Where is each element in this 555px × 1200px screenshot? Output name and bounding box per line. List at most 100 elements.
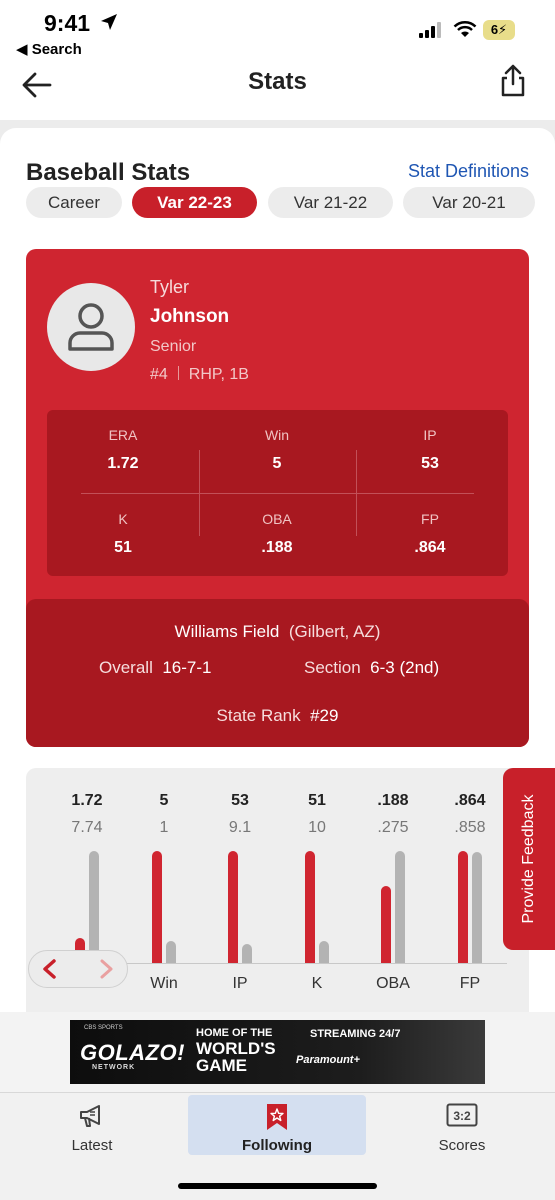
- comparison-value-label: .858: [454, 819, 486, 836]
- section-title: Baseball Stats: [26, 159, 191, 186]
- ad-network: NETWORK: [92, 1064, 136, 1071]
- player-value-label: .188: [377, 792, 409, 809]
- stat-value: 51: [114, 539, 132, 556]
- tab-label: Following: [242, 1137, 312, 1154]
- tab-label: Scores: [438, 1137, 486, 1154]
- player-bar: [381, 886, 391, 963]
- stat-value: 5: [272, 455, 282, 472]
- player-value-label: .864: [454, 792, 486, 809]
- ad-headline-2: WORLD'S: [196, 1038, 276, 1058]
- team-overall: Overall 16-7-1: [99, 658, 211, 678]
- comparison-bar: [242, 943, 252, 963]
- player-class-year: Senior: [150, 338, 197, 355]
- category-label: K: [311, 975, 323, 992]
- player-meta: #4 RHP, 1B: [150, 366, 249, 384]
- chevron-right-icon[interactable]: [95, 959, 117, 979]
- comparison-bar: [319, 941, 329, 963]
- category-label: FP: [459, 975, 481, 992]
- stat-label: IP: [423, 427, 437, 443]
- megaphone-icon: [80, 1105, 100, 1127]
- season-tab-var-22-23[interactable]: Var 22-23: [132, 187, 257, 218]
- star-bookmark-icon: [267, 1104, 287, 1130]
- share-icon[interactable]: [497, 62, 529, 98]
- team-section: Section 6-3 (2nd): [304, 658, 439, 678]
- back-to-search-link[interactable]: ◀ Search: [16, 40, 82, 58]
- player-last-name: Johnson: [150, 306, 230, 327]
- season-tab-career[interactable]: Career: [26, 187, 122, 218]
- field-location: (Gilbert, AZ): [288, 622, 381, 641]
- comparison-value-label: 1: [159, 819, 169, 836]
- grid-divider: [81, 493, 474, 494]
- battery-level: 6: [490, 22, 499, 37]
- section-record: 6-3 (2nd): [370, 658, 440, 677]
- chart-column-values: 51: [134, 792, 194, 837]
- stat-cell-oba: OBA .188: [217, 511, 337, 557]
- player-bar: [458, 851, 468, 963]
- chart-pager[interactable]: [28, 950, 128, 988]
- chart-column-values: 1.72 7.74: [57, 792, 117, 837]
- player-bar: [152, 851, 162, 963]
- comparison-bar: [89, 851, 99, 963]
- comparison-value-label: .275: [377, 819, 409, 836]
- stat-label: ERA: [108, 427, 138, 443]
- comparison-bar: [395, 851, 405, 963]
- category-label: OBA: [376, 975, 410, 992]
- cellular-signal-icon: [419, 22, 441, 38]
- provide-feedback-button[interactable]: Provide Feedback: [503, 768, 555, 950]
- chevron-left-icon[interactable]: [39, 959, 61, 979]
- tab-following[interactable]: Following: [188, 1095, 366, 1155]
- stat-cell-ip: IP 53: [370, 427, 490, 473]
- team-field: Williams Field (Gilbert, AZ): [26, 622, 529, 642]
- ad-banner[interactable]: CBS SPORTS GOLAZO! NETWORK HOME OF THE W…: [70, 1020, 485, 1084]
- stat-value: 1.72: [107, 455, 139, 472]
- rank-value: #29: [310, 706, 339, 725]
- season-tab-var-20-21[interactable]: Var 20-21: [403, 187, 535, 218]
- stat-label: Win: [264, 427, 290, 443]
- chart-column-values: .864 .858: [440, 792, 500, 837]
- tab-latest[interactable]: Latest: [3, 1095, 181, 1155]
- stat-cell-k: K 51: [63, 511, 183, 557]
- ad-headline: HOME OF THE WORLD'S GAME: [196, 1027, 296, 1076]
- stat-value: .188: [261, 539, 293, 556]
- stat-label: FP: [421, 511, 439, 527]
- overall-record: 16-7-1: [162, 658, 212, 677]
- category-label: Win: [150, 975, 178, 992]
- meta-divider: [177, 366, 179, 380]
- player-first-name: Tyler: [150, 277, 190, 297]
- player-number: #4: [150, 366, 168, 383]
- feedback-label: Provide Feedback: [520, 794, 537, 924]
- scoreboard-icon: 3:2: [446, 1103, 478, 1127]
- player-bar: [228, 851, 238, 963]
- tab-label: Latest: [71, 1137, 113, 1154]
- grid-divider: [356, 450, 357, 536]
- comparison-bar: [166, 940, 176, 963]
- status-time: 9:41: [44, 10, 91, 36]
- grid-divider: [199, 450, 200, 536]
- page-title: Stats: [248, 68, 307, 95]
- stat-cell-win: Win 5: [217, 427, 337, 473]
- player-value-label: 5: [159, 792, 169, 809]
- ad-brand: Paramount+: [296, 1054, 360, 1066]
- chart-column-values: 53 9.1: [210, 792, 270, 837]
- comparison-value-label: 7.74: [71, 819, 103, 836]
- team-state-rank: State Rank #29: [26, 706, 529, 726]
- stat-value: .864: [414, 539, 446, 556]
- home-indicator: [178, 1183, 377, 1189]
- stats-comparison-chart: 1.727.74ERA51Win539.1IP5110K.188.275OBA.…: [26, 768, 529, 1013]
- stat-definitions-link[interactable]: Stat Definitions: [408, 161, 529, 182]
- wifi-icon: [453, 20, 477, 37]
- player-card: Tyler Johnson Senior #4 RHP, 1B ERA 1.72 …: [26, 249, 529, 747]
- rank-label: State Rank: [216, 706, 301, 725]
- stat-label: OBA: [262, 511, 292, 527]
- player-bar: [305, 851, 315, 963]
- ad-brands: Paramount+: [296, 1054, 360, 1066]
- season-tab-var-21-22[interactable]: Var 21-22: [268, 187, 393, 218]
- section-label: Section: [304, 658, 361, 677]
- tab-scores[interactable]: 3:2 Scores: [373, 1095, 551, 1155]
- player-value-label: 1.72: [71, 792, 103, 809]
- comparison-bar: [472, 851, 482, 963]
- stat-cell-fp: FP .864: [370, 511, 490, 557]
- svg-text:3:2: 3:2: [453, 1109, 471, 1123]
- ad-headline-3: GAME: [196, 1056, 247, 1076]
- nav-bar: Stats: [0, 62, 555, 120]
